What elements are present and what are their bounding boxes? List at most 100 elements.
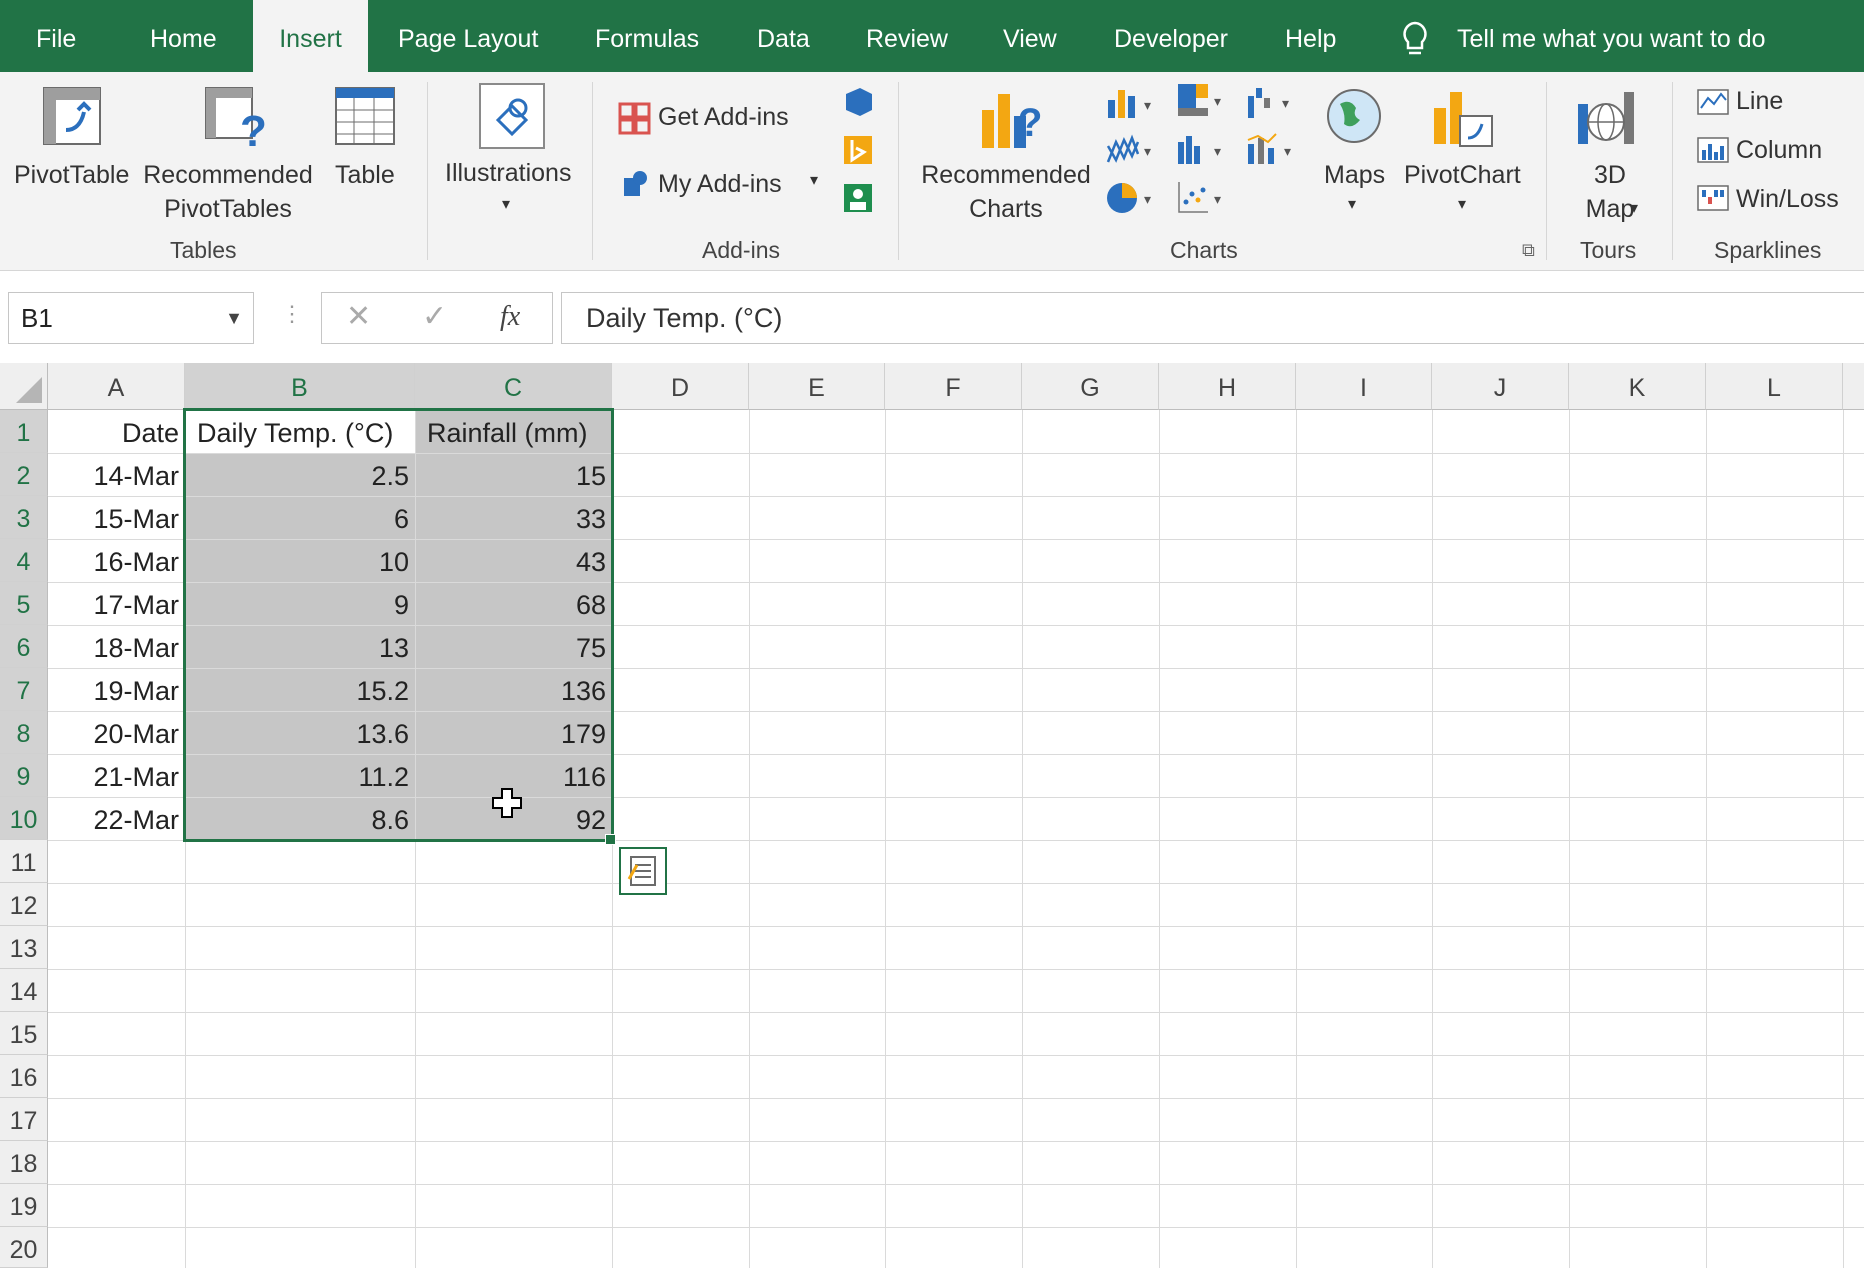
cell-a4[interactable]: 16-Mar bbox=[48, 539, 185, 582]
cell-b6[interactable]: 13 bbox=[185, 625, 415, 668]
3d-map-button[interactable]: 3D Map bbox=[1568, 158, 1652, 226]
more-options-icon[interactable]: ⋮ bbox=[281, 301, 303, 327]
cell-c6[interactable]: 75 bbox=[415, 625, 612, 668]
table-button[interactable]: Table bbox=[335, 158, 395, 192]
cell-b10[interactable]: 8.6 bbox=[185, 797, 415, 840]
tab-review[interactable]: Review bbox=[866, 0, 948, 72]
row-header-9[interactable]: 9 bbox=[0, 754, 48, 797]
cell-b2[interactable]: 2.5 bbox=[185, 453, 415, 496]
cell-c1[interactable]: Rainfall (mm) bbox=[415, 410, 612, 453]
name-box[interactable]: B1 ▼ bbox=[8, 292, 254, 344]
tab-developer[interactable]: Developer bbox=[1114, 0, 1228, 72]
column-header-l[interactable]: L bbox=[1706, 363, 1843, 410]
waterfall-chart-icon[interactable]: ▾ bbox=[1246, 84, 1298, 122]
column-header-j[interactable]: J bbox=[1432, 363, 1569, 410]
tell-me-search[interactable]: Tell me what you want to do bbox=[1457, 0, 1766, 72]
cell-a5[interactable]: 17-Mar bbox=[48, 582, 185, 625]
cell-a7[interactable]: 19-Mar bbox=[48, 668, 185, 711]
cell-a3[interactable]: 15-Mar bbox=[48, 496, 185, 539]
cell-c3[interactable]: 33 bbox=[415, 496, 612, 539]
row-header-4[interactable]: 4 bbox=[0, 539, 48, 582]
pivotchart-button[interactable]: PivotChart bbox=[1404, 158, 1521, 192]
tab-home[interactable]: Home bbox=[150, 0, 217, 72]
quick-analysis-button[interactable] bbox=[619, 847, 667, 895]
line-chart-icon[interactable]: ▾ bbox=[1106, 132, 1158, 168]
cell-b4[interactable]: 10 bbox=[185, 539, 415, 582]
tab-formulas[interactable]: Formulas bbox=[595, 0, 699, 72]
column-header-f[interactable]: F bbox=[885, 363, 1022, 410]
cell-c2[interactable]: 15 bbox=[415, 453, 612, 496]
column-header-a[interactable]: A bbox=[48, 363, 185, 410]
fill-handle[interactable] bbox=[605, 834, 616, 845]
cell-b9[interactable]: 11.2 bbox=[185, 754, 415, 797]
row-header-17[interactable]: 17 bbox=[0, 1098, 48, 1141]
column-header-k[interactable]: K bbox=[1569, 363, 1706, 410]
visio-icon[interactable] bbox=[842, 86, 874, 118]
people-graph-icon[interactable] bbox=[842, 182, 874, 214]
tab-view[interactable]: View bbox=[1003, 0, 1057, 72]
statistic-chart-icon[interactable]: ▾ bbox=[1176, 132, 1228, 168]
row-header-1[interactable]: 1 bbox=[0, 410, 48, 453]
tab-help[interactable]: Help bbox=[1285, 0, 1336, 72]
row-header-15[interactable]: 15 bbox=[0, 1012, 48, 1055]
cell-a6[interactable]: 18-Mar bbox=[48, 625, 185, 668]
dialog-launcher-icon[interactable]: ⧉ bbox=[1522, 240, 1535, 261]
recommended-charts-button[interactable]: Recommended Charts bbox=[918, 158, 1094, 226]
tab-insert[interactable]: Insert bbox=[253, 0, 368, 74]
column-header-i[interactable]: I bbox=[1296, 363, 1432, 410]
cell-a8[interactable]: 20-Mar bbox=[48, 711, 185, 754]
hierarchy-chart-icon[interactable]: ▾ bbox=[1176, 82, 1228, 122]
row-header-18[interactable]: 18 bbox=[0, 1141, 48, 1184]
column-chart-icon[interactable]: ▾ bbox=[1106, 86, 1158, 122]
row-header-14[interactable]: 14 bbox=[0, 969, 48, 1012]
column-header-e[interactable]: E bbox=[749, 363, 885, 410]
row-header-2[interactable]: 2 bbox=[0, 453, 48, 496]
select-all-button[interactable] bbox=[0, 363, 48, 410]
cell-c8[interactable]: 179 bbox=[415, 711, 612, 754]
illustrations-button[interactable]: Illustrations bbox=[445, 156, 571, 190]
row-header-10[interactable]: 10 bbox=[0, 797, 48, 840]
cell-a10[interactable]: 22-Mar bbox=[48, 797, 185, 840]
combo-chart-icon[interactable]: ▾ bbox=[1246, 132, 1298, 168]
row-header-3[interactable]: 3 bbox=[0, 496, 48, 539]
cell-b1[interactable]: Daily Temp. (°C) bbox=[185, 410, 415, 453]
cell-b5[interactable]: 9 bbox=[185, 582, 415, 625]
cell-c7[interactable]: 136 bbox=[415, 668, 612, 711]
tab-page-layout[interactable]: Page Layout bbox=[398, 0, 538, 72]
row-header-20[interactable]: 20 bbox=[0, 1227, 48, 1268]
my-addins-button[interactable]: My Add-ins bbox=[658, 170, 782, 199]
maps-button[interactable]: Maps bbox=[1324, 158, 1385, 192]
column-header-m[interactable] bbox=[1843, 363, 1864, 410]
row-header-6[interactable]: 6 bbox=[0, 625, 48, 668]
row-header-19[interactable]: 19 bbox=[0, 1184, 48, 1227]
cancel-icon[interactable]: ✕ bbox=[346, 299, 371, 334]
cell-c5[interactable]: 68 bbox=[415, 582, 612, 625]
row-header-5[interactable]: 5 bbox=[0, 582, 48, 625]
row-header-7[interactable]: 7 bbox=[0, 668, 48, 711]
scatter-chart-icon[interactable]: ▾ bbox=[1176, 180, 1228, 218]
tab-data[interactable]: Data bbox=[757, 0, 810, 72]
chevron-down-icon[interactable]: ▼ bbox=[225, 293, 243, 343]
cell-b3[interactable]: 6 bbox=[185, 496, 415, 539]
column-header-d[interactable]: D bbox=[612, 363, 749, 410]
pie-chart-icon[interactable]: ▾ bbox=[1106, 180, 1158, 218]
row-header-8[interactable]: 8 bbox=[0, 711, 48, 754]
formula-input[interactable]: Daily Temp. (°C) bbox=[561, 292, 1864, 344]
cell-a9[interactable]: 21-Mar bbox=[48, 754, 185, 797]
column-header-g[interactable]: G bbox=[1022, 363, 1159, 410]
cell-b8[interactable]: 13.6 bbox=[185, 711, 415, 754]
sparkline-column-button[interactable]: Column bbox=[1736, 136, 1822, 165]
row-header-16[interactable]: 16 bbox=[0, 1055, 48, 1098]
tab-file[interactable]: File bbox=[36, 0, 76, 72]
column-header-h[interactable]: H bbox=[1159, 363, 1296, 410]
column-header-c[interactable]: C bbox=[415, 363, 612, 410]
bing-maps-icon[interactable] bbox=[842, 134, 874, 166]
row-header-11[interactable]: 11 bbox=[0, 840, 48, 883]
get-addins-button[interactable]: Get Add-ins bbox=[658, 103, 789, 132]
cell-b7[interactable]: 15.2 bbox=[185, 668, 415, 711]
worksheet-grid[interactable]: A B C D E F G H I J K L 1 2 3 4 5 6 7 8 … bbox=[0, 363, 1864, 1268]
row-header-13[interactable]: 13 bbox=[0, 926, 48, 969]
sparkline-line-button[interactable]: Line bbox=[1736, 87, 1783, 116]
cell-a1[interactable]: Date bbox=[48, 410, 185, 453]
cell-c4[interactable]: 43 bbox=[415, 539, 612, 582]
